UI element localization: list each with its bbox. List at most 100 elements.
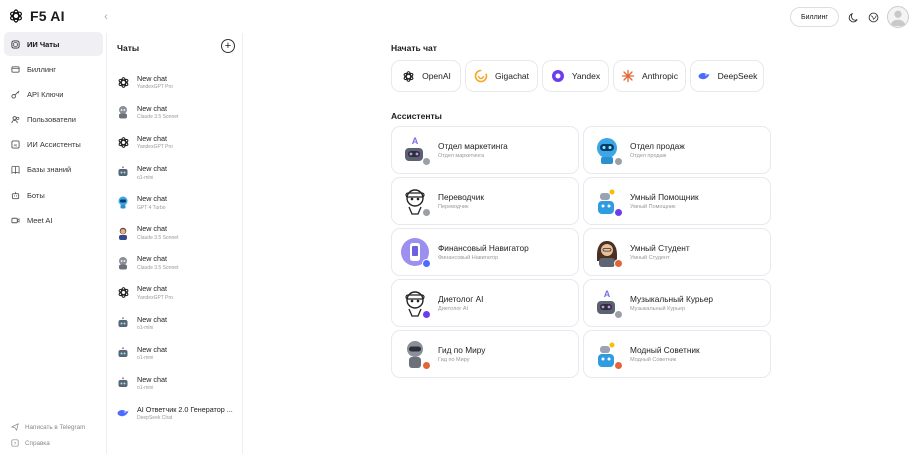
assistant-card[interactable]: Финансовый Навигатор Финансовый Навигатор [391, 228, 579, 276]
chat-model: Claude 3.5 Sonnet [137, 234, 179, 241]
robot-gray-avatar [400, 339, 431, 370]
chat-list-item[interactable]: New chat GPT 4 Turbo [107, 187, 242, 217]
moon-icon[interactable] [847, 11, 859, 23]
chat-model: o1-mini [137, 385, 154, 392]
key-icon [11, 90, 20, 99]
help-link[interactable]: ? Справка [11, 439, 50, 447]
assistants-title: Ассистенты [391, 111, 442, 121]
sidebar-item-label: API Ключи [27, 89, 64, 99]
model-badge-icon [614, 310, 623, 319]
sidebar-item-meet-ai[interactable]: Meet AI [4, 208, 103, 232]
yandex-icon [551, 69, 565, 83]
model-badge-icon [422, 259, 431, 268]
sidebar-item-api-keys[interactable]: API Ключи [4, 82, 103, 106]
model-badge-icon [422, 157, 431, 166]
chat-model: o1-mini [137, 325, 154, 332]
chat-title: New chat [137, 344, 167, 354]
send-icon [11, 423, 19, 431]
assistant-card[interactable]: A Отдел маркетинга Отдел маркетинга [391, 126, 579, 174]
chat-list-item[interactable]: New chat Claude 3.5 Sonnet [107, 97, 242, 127]
app-logo[interactable]: F5 AI [8, 8, 65, 24]
chat-list-item[interactable]: New chat YandexGPT Pro [107, 278, 242, 308]
provider-label: Yandex [571, 71, 601, 81]
provider-button-anthropic[interactable]: Anthropic [613, 60, 686, 92]
header-actions: Биллинг [789, 6, 909, 28]
assistant-name: Отдел маркетинга [438, 141, 508, 151]
sidebar-item-bots[interactable]: Боты [4, 183, 103, 207]
chat-title: New chat [137, 103, 167, 113]
sidebar-item-label: Боты [27, 190, 45, 200]
chat-list-item[interactable]: New chat o1-mini [107, 338, 242, 368]
sidebar-item-ai-assistants[interactable]: AI ИИ Ассистенты [4, 133, 103, 157]
assistant-card[interactable]: Переводчик Переводчик [391, 177, 579, 225]
video-icon [11, 217, 20, 224]
chat-model: YandexGPT Pro [137, 84, 173, 91]
chat-title: New chat [137, 314, 167, 324]
collapse-sidebar-icon[interactable]: ‹ [100, 11, 112, 23]
new-chat-button[interactable]: + [221, 39, 235, 53]
robot-purple-avatar: A [400, 135, 431, 166]
globe-icon[interactable] [867, 11, 879, 23]
assistants-grid: A Отдел маркетинга Отдел маркетинга Отдел п… [391, 126, 771, 378]
sidebar-item-users[interactable]: Пользователи [4, 108, 103, 132]
assistant-name: Умный Помощник [630, 192, 699, 202]
chat-list-item[interactable]: New chat Claude 3.5 Sonnet [107, 217, 242, 247]
chat-model: o1-mini [137, 174, 154, 181]
model-badge-icon [614, 259, 623, 268]
sidebar-item-billing[interactable]: Биллинг [4, 57, 103, 81]
assistant-desc: Диетолог AI [438, 306, 469, 312]
assistant-card[interactable]: Умный Помощник Умный Помощник [583, 177, 771, 225]
chat-list-item[interactable]: New chat YandexGPT Pro [107, 67, 242, 97]
assistant-desc: Умный Помощник [630, 204, 676, 210]
sidebar-item-label: Базы знаний [27, 165, 72, 175]
provider-button-gigachat[interactable]: Gigachat [465, 60, 538, 92]
assistant-card[interactable]: Модный Советник Модный Советник [583, 330, 771, 378]
assistant-card[interactable]: Отдел продаж Отдел продаж [583, 126, 771, 174]
chat-list: New chat YandexGPT Pro New chat Claude 3.5 … [107, 67, 242, 428]
assistant-name: Диетолог AI [438, 294, 484, 304]
start-chat-title: Начать чат [391, 43, 437, 53]
assistant-card[interactable]: Диетолог AI Диетолог AI [391, 279, 579, 327]
assistant-name: Переводчик [438, 192, 484, 202]
model-badge-icon [422, 208, 431, 217]
billing-button[interactable]: Биллинг [789, 7, 839, 27]
robot-small-avatar [592, 186, 623, 217]
help-icon: ? [11, 439, 19, 447]
assistant-card[interactable]: Умный Студент Умный Студент [583, 228, 771, 276]
assistant-card[interactable]: A Музыкальный Курьер Музыкальный Курьер [583, 279, 771, 327]
model-badge-icon [422, 310, 431, 319]
sidebar-item-label: ИИ Ассистенты [27, 140, 81, 150]
chat-title: New chat [137, 194, 167, 204]
provider-button-deepseek[interactable]: DeepSeek [690, 60, 764, 92]
chat-list-item[interactable]: AI Ответчик 2.0 Генератор ... DeepSeek Ch… [107, 398, 242, 428]
provider-button-openai[interactable]: OpenAI [391, 60, 461, 92]
wallet-icon [11, 66, 20, 73]
sidebar-item-knowledge-bases[interactable]: Базы знаний [4, 158, 103, 182]
provider-button-yandex[interactable]: Yandex [542, 60, 609, 92]
chat-list-item[interactable]: New chat o1-mini [107, 157, 242, 187]
user-avatar[interactable] [887, 6, 909, 28]
chat-list-item[interactable]: New chat o1-mini [107, 308, 242, 338]
gigachat-icon [474, 69, 488, 83]
deepseek-avatar-icon [116, 406, 130, 420]
sidebar-item-ai-chats[interactable]: ИИ Чаты [4, 32, 103, 56]
robot-gray-avatar-icon [116, 256, 130, 270]
chat-list-item[interactable]: New chat o1-mini [107, 368, 242, 398]
chat-title: New chat [137, 254, 167, 264]
telegram-link[interactable]: Написать в Telegram [11, 423, 85, 431]
svg-text:A: A [412, 136, 419, 146]
model-badge-icon [422, 361, 431, 370]
assistant-desc: Отдел продаж [630, 153, 667, 159]
assistant-name: Гид по Миру [438, 345, 486, 355]
chat-title: New chat [137, 374, 167, 384]
assistant-name: Умный Студент [630, 243, 690, 253]
model-badge-icon [614, 361, 623, 370]
chat-list-item[interactable]: New chat YandexGPT Pro [107, 127, 242, 157]
app-root: F5 AI ‹ ИИ Чаты Биллинг API Ключи Пользо… [0, 0, 917, 454]
openai-avatar-icon [116, 286, 130, 300]
robot-small-avatar-icon [116, 346, 130, 360]
chat-list-item[interactable]: New chat Claude 3.5 Sonnet [107, 248, 242, 278]
chat-title: AI Ответчик 2.0 Генератор ... [137, 404, 233, 414]
assistant-card[interactable]: Гид по Миру Гид по Миру [391, 330, 579, 378]
chats-panel: Чаты + New chat YandexGPT Pro New chat Clau… [106, 33, 243, 454]
